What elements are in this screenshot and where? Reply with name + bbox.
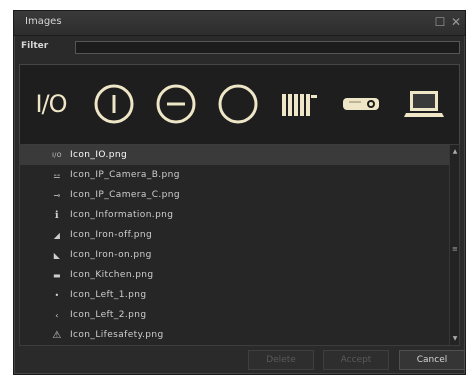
iron-icon: ◣	[53, 250, 61, 260]
filter-row: Filter	[14, 38, 465, 58]
file-name: Icon_Iron-off.png	[70, 230, 153, 240]
file-list[interactable]: I/O Icon_IO.png ⚍ Icon_IP_Camera_B.png ⊸…	[19, 144, 460, 346]
io-text-icon[interactable]: I/O	[31, 82, 71, 126]
list-item[interactable]: ▬ Icon_Kitchen.png	[20, 265, 450, 285]
power-minus-icon[interactable]	[154, 82, 198, 126]
io-icon: I/O	[52, 151, 62, 159]
icon-preview-strip: I/O	[19, 64, 460, 146]
ip-camera-icon: ⚍	[53, 170, 61, 180]
list-item[interactable]: ◢ Icon_Iron-off.png	[20, 225, 450, 245]
list-item[interactable]: ⚍ Icon_IP_Camera_B.png	[20, 165, 450, 185]
io-text-label: I/O	[35, 90, 67, 118]
left-arrow-icon: •	[54, 290, 60, 300]
file-name: Icon_IO.png	[70, 150, 128, 160]
scroll-down-icon[interactable]: ▼	[451, 334, 459, 343]
list-item[interactable]: I/O Icon_IO.png	[20, 145, 450, 165]
file-name: Icon_Lifesafety.png	[70, 330, 164, 340]
projector-icon[interactable]	[340, 82, 384, 126]
cancel-button[interactable]: Cancel	[399, 350, 465, 370]
file-name: Icon_Information.png	[70, 210, 174, 220]
maximize-icon[interactable]: ☐	[433, 14, 447, 30]
information-icon: ℹ	[54, 209, 60, 221]
list-item[interactable]: ◣ Icon_Iron-on.png	[20, 245, 450, 265]
file-name: Icon_Left_2.png	[70, 310, 147, 320]
file-name: Icon_IP_Camera_B.png	[70, 170, 180, 180]
dialog-title: Images	[25, 16, 62, 27]
list-item[interactable]: ⊸ Icon_IP_Camera_C.png	[20, 185, 450, 205]
laptop-icon[interactable]	[402, 82, 446, 126]
ip-camera-icon: ⊸	[53, 190, 61, 200]
title-bar[interactable]: Images ☐ ✕	[14, 11, 465, 36]
file-name: Icon_Left_1.png	[70, 290, 147, 300]
vertical-scrollbar[interactable]: ▲ ≡ ▼	[449, 145, 459, 345]
filter-input[interactable]	[75, 41, 460, 54]
kitchen-icon: ▬	[53, 270, 61, 280]
images-dialog: Images ☐ ✕ Filter I/O I/O Icon_IO.png ⚍ …	[13, 10, 466, 375]
list-item[interactable]: ℹ Icon_Information.png	[20, 205, 450, 225]
iron-icon: ◢	[53, 230, 61, 240]
scroll-up-icon[interactable]: ▲	[451, 147, 459, 156]
list-item[interactable]: • Icon_Left_1.png	[20, 285, 450, 305]
file-name: Icon_Iron-on.png	[70, 250, 152, 260]
delete-button[interactable]: Delete	[248, 350, 314, 370]
filter-label: Filter	[21, 41, 49, 51]
radiator-icon[interactable]	[278, 82, 322, 126]
list-item[interactable]: ⚠ Icon_Lifesafety.png	[20, 325, 450, 345]
warning-icon: ⚠	[52, 329, 62, 341]
file-name: Icon_IP_Camera_C.png	[70, 190, 180, 200]
power-off-circle-icon[interactable]	[216, 82, 260, 126]
file-name: Icon_Kitchen.png	[70, 270, 154, 280]
list-item[interactable]: ‹ Icon_Left_2.png	[20, 305, 450, 325]
left-arrow-icon: ‹	[55, 310, 59, 320]
accept-button[interactable]: Accept	[323, 350, 389, 370]
power-on-icon[interactable]	[92, 82, 136, 126]
close-icon[interactable]: ✕	[449, 14, 463, 30]
scroll-thumb[interactable]: ≡	[452, 245, 458, 253]
